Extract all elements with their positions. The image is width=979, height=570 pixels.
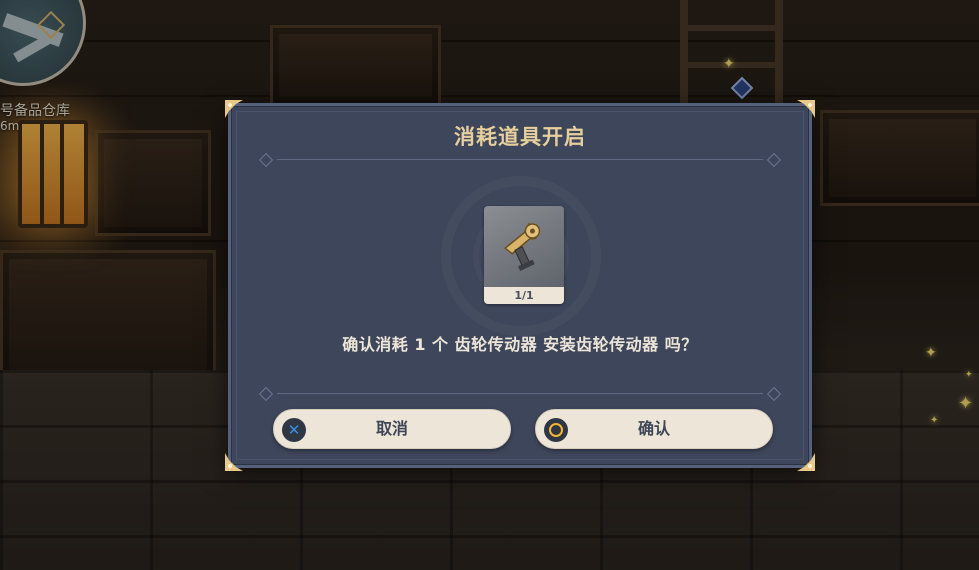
corner-ornament-icon — [225, 100, 243, 118]
corner-ornament-icon — [797, 453, 815, 471]
cancel-button[interactable]: ✕ 取消 — [273, 409, 511, 449]
confirm-prompt: 确认消耗 1 个 齿轮传动器 安装齿轮传动器 吗？ — [342, 335, 698, 354]
cancel-label: 取消 — [375, 419, 408, 438]
confirm-button[interactable]: 确认 — [535, 409, 773, 449]
gear-transmission-icon — [503, 222, 541, 271]
item-art — [484, 206, 564, 287]
item-card[interactable]: 1/1 — [484, 206, 564, 304]
corner-ornament-icon — [797, 100, 815, 118]
dialog-title: 消耗道具开启 — [454, 125, 586, 149]
confirm-label: 确认 — [637, 419, 670, 438]
item-count: 1/1 — [484, 287, 564, 304]
corner-ornament-icon — [225, 453, 243, 471]
top-divider — [258, 152, 782, 168]
consume-item-dialog: 消耗道具开启 1/1 确认消耗 1 个 齿轮传动器 安装齿轮传动器 吗？ ✕ 取… — [225, 100, 815, 471]
bottom-divider — [258, 386, 782, 402]
